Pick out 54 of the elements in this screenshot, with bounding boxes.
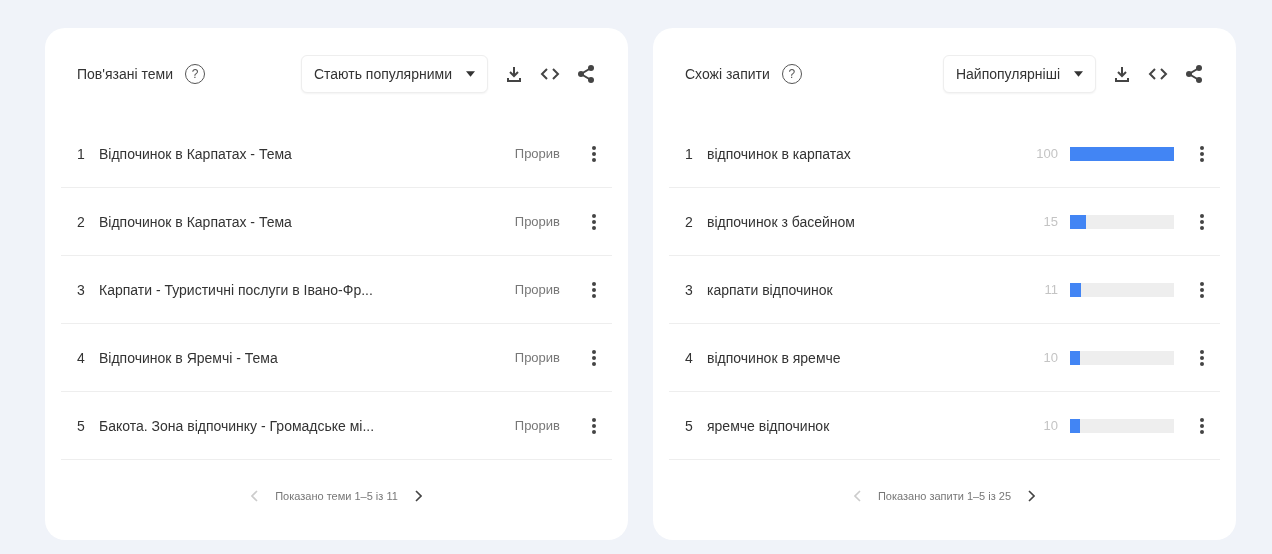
next-icon[interactable] xyxy=(1027,490,1036,502)
more-icon[interactable] xyxy=(592,145,596,162)
row-label[interactable]: відпочинок в яремче xyxy=(707,349,1016,366)
rank-number: 2 xyxy=(685,213,694,230)
row-value: 11 xyxy=(1043,282,1058,297)
row-label[interactable]: Відпочинок в Яремчі - Тема xyxy=(99,349,503,366)
row-value: Прорив xyxy=(514,282,560,297)
rank-number: 3 xyxy=(685,281,694,298)
rank-number: 4 xyxy=(77,349,86,366)
row-value: 15 xyxy=(1042,214,1058,229)
sort-dropdown[interactable]: Найпопулярніші xyxy=(942,55,1096,93)
row-value: 10 xyxy=(1042,418,1058,433)
panel-title: Схожі запити xyxy=(685,66,770,82)
row-label[interactable]: Карпати - Туристичні послуги в Івано-Фр... xyxy=(99,281,503,298)
row-value: Прорив xyxy=(514,146,560,161)
rank-number: 1 xyxy=(685,145,694,162)
row-value: Прорив xyxy=(514,418,560,433)
row-value: 100 xyxy=(1035,146,1058,161)
caret-icon xyxy=(466,71,475,77)
panel-title: Пов'язані теми xyxy=(77,66,173,82)
row-label[interactable]: відпочинок з басейном xyxy=(707,213,1016,230)
row-value: Прорив xyxy=(514,350,560,365)
rank-number: 5 xyxy=(77,417,86,434)
row-label[interactable]: Відпочинок в Карпатах - Тема xyxy=(99,145,503,162)
more-icon[interactable] xyxy=(592,213,596,230)
rank-number: 5 xyxy=(685,417,694,434)
more-icon[interactable] xyxy=(1200,281,1204,298)
more-icon[interactable] xyxy=(592,349,596,366)
row-label[interactable]: яремче відпочинок xyxy=(707,417,1016,434)
next-icon[interactable] xyxy=(413,490,422,502)
download-icon[interactable] xyxy=(504,64,524,84)
row-label[interactable]: Відпочинок в Карпатах - Тема xyxy=(99,213,503,230)
more-icon[interactable] xyxy=(1200,349,1204,366)
rank-number: 2 xyxy=(77,213,86,230)
more-icon[interactable] xyxy=(592,281,596,298)
more-icon[interactable] xyxy=(592,417,596,434)
sort-dropdown[interactable]: Стають популярними xyxy=(300,55,488,93)
row-label[interactable]: карпати відпочинок xyxy=(707,281,1016,298)
download-icon[interactable] xyxy=(1112,64,1132,84)
row-label[interactable]: відпочинок в карпатах xyxy=(707,145,1016,162)
pagination-text: Показано запити 1–5 із 25 xyxy=(877,490,1012,502)
row-value: 10 xyxy=(1042,350,1058,365)
rank-number: 4 xyxy=(685,349,694,366)
more-icon[interactable] xyxy=(1200,213,1204,230)
row-label[interactable]: Бакота. Зона відпочинку - Громадське мі... xyxy=(99,417,503,434)
rank-number: 3 xyxy=(77,281,86,298)
share-icon[interactable] xyxy=(576,64,596,84)
more-icon[interactable] xyxy=(1200,417,1204,434)
caret-icon xyxy=(1074,71,1083,77)
pagination-text: Показано теми 1–5 із 11 xyxy=(275,490,398,502)
row-value: Прорив xyxy=(514,214,560,229)
rank-number: 1 xyxy=(77,145,86,162)
share-icon[interactable] xyxy=(1184,64,1204,84)
more-icon[interactable] xyxy=(1200,145,1204,162)
